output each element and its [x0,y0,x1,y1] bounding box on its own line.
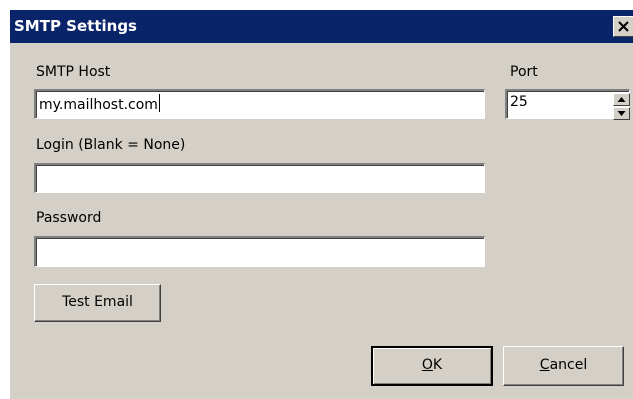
port-value: 25 [510,94,528,110]
test-email-label: Test Email [62,294,133,310]
close-button[interactable] [613,16,633,37]
close-icon [618,21,629,32]
ok-button[interactable]: OK [371,346,493,386]
ok-mnemonic: O [421,357,433,373]
title-bar[interactable]: SMTP Settings [10,10,633,43]
password-label: Password [36,210,102,226]
smtp-host-label: SMTP Host [36,64,111,80]
arrow-down-icon [617,111,626,116]
smtp-host-value: my.mailhost.com [39,97,158,113]
ok-label: K [432,357,443,373]
port-spinner-field[interactable]: 25 [505,89,630,119]
text-caret [158,94,160,112]
port-spinner [613,93,631,121]
cancel-mnemonic: C [539,357,550,373]
port-increment-button[interactable] [613,93,630,106]
arrow-up-icon [617,97,626,102]
login-input[interactable] [34,163,485,193]
cancel-button[interactable]: Cancel [503,346,624,386]
test-email-button[interactable]: Test Email [34,284,161,322]
smtp-host-input[interactable]: my.mailhost.com [34,89,485,119]
dialog-title: SMTP Settings [14,17,137,35]
login-label: Login (Blank = None) [36,137,186,153]
port-label: Port [510,64,538,80]
cancel-label: ancel [549,357,588,373]
password-input[interactable] [34,236,485,267]
port-decrement-button[interactable] [613,107,630,120]
